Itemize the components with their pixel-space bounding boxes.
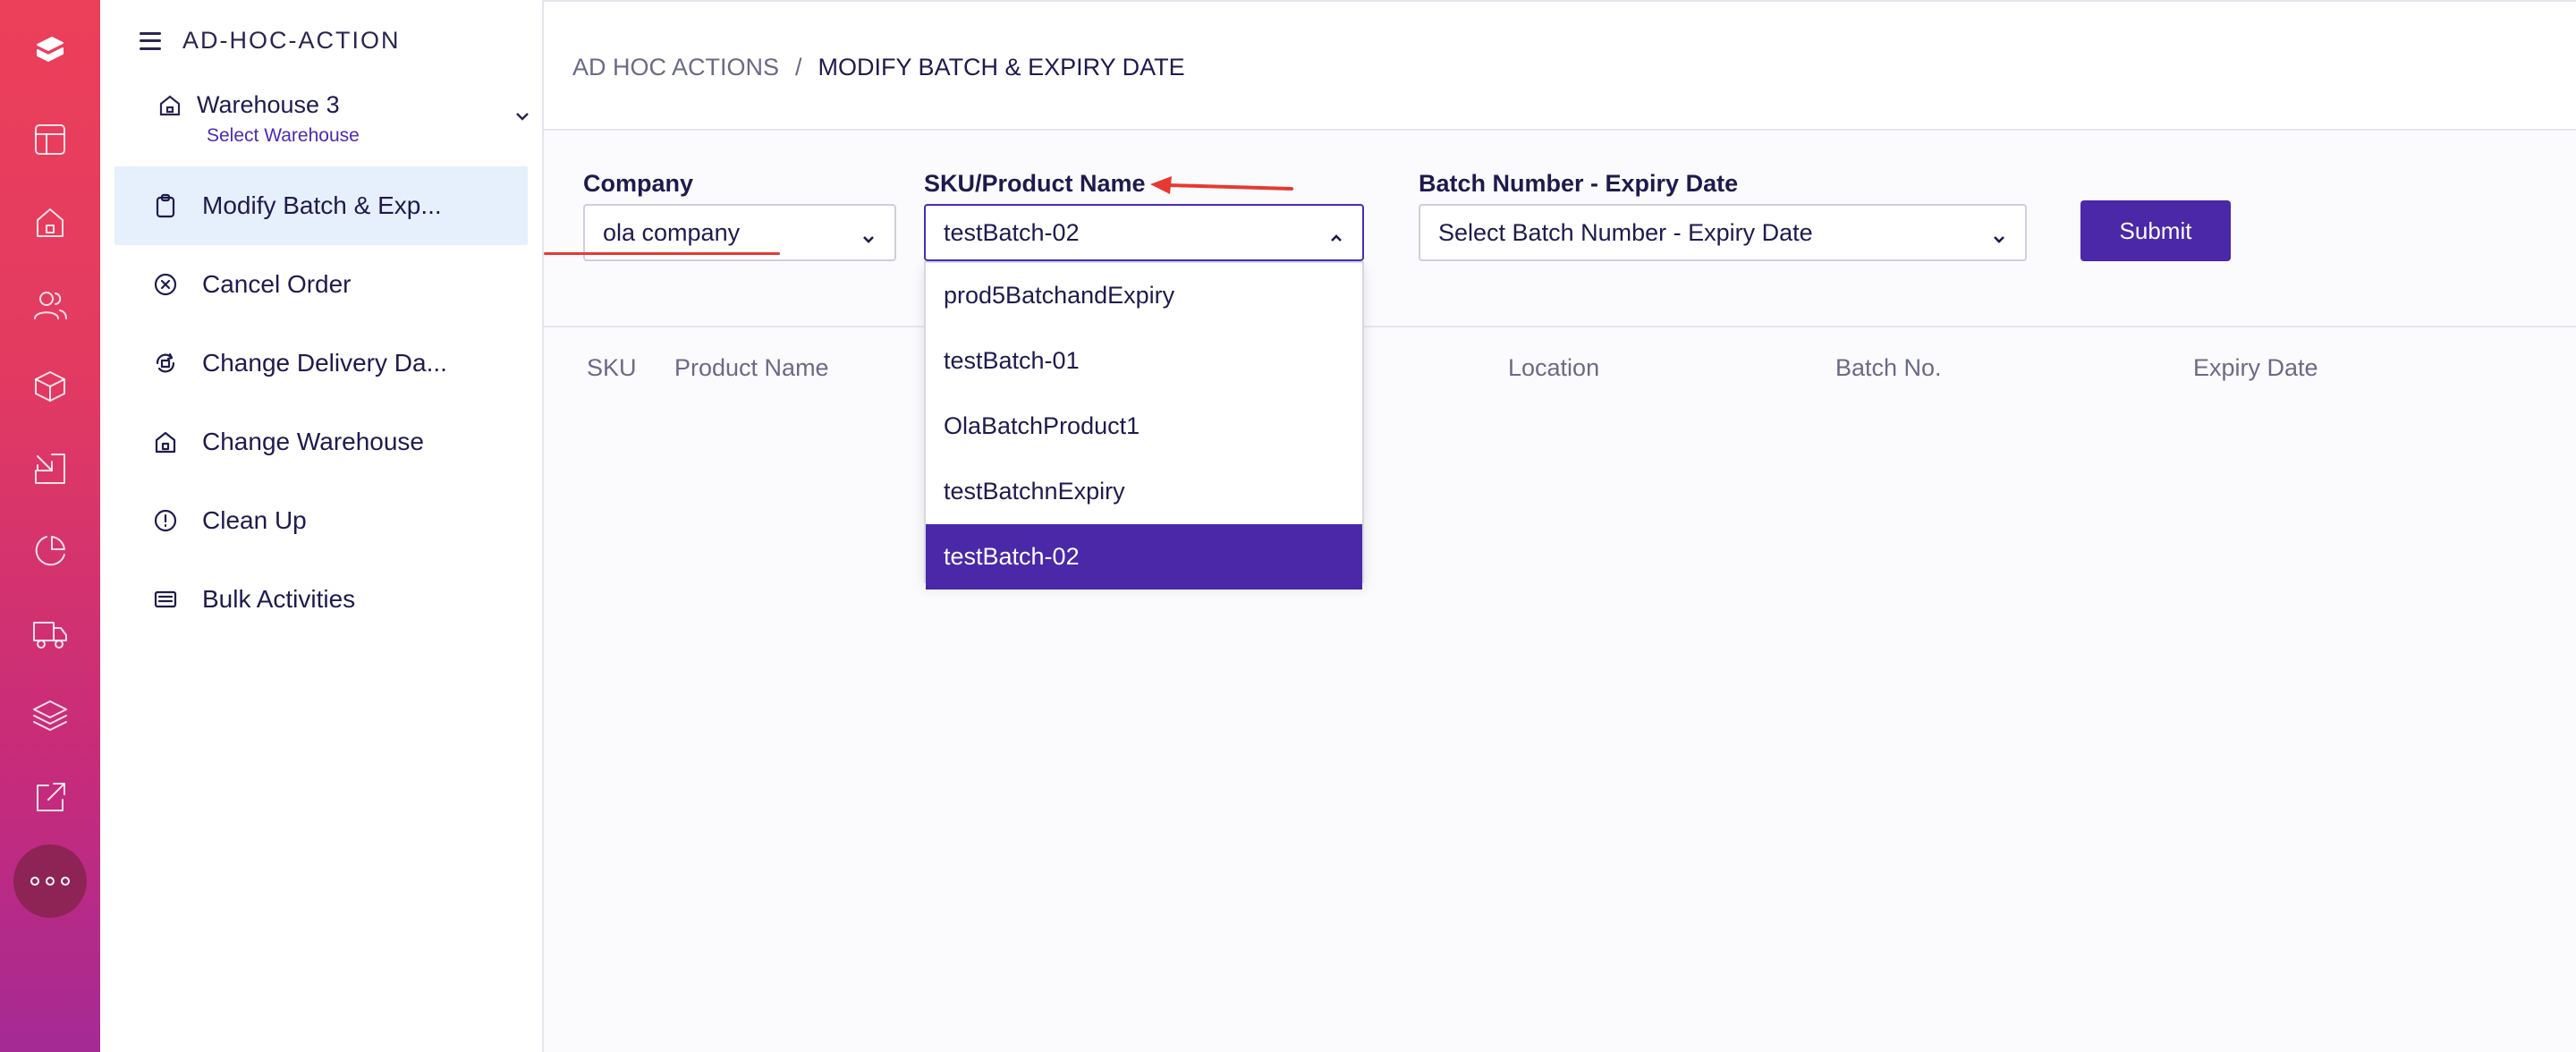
column-header-product-name: Product Name [674,354,829,381]
company-select-value: ola company [603,218,741,246]
column-header-sku: SKU [587,354,637,381]
more-icon[interactable] [13,844,87,918]
sku-select-value: testBatch-02 [944,218,1080,246]
sidebar-nav: Modify Batch & Exp... Cancel Order Chang… [114,166,528,639]
warehouse-select-link[interactable]: Select Warehouse [207,125,360,147]
sku-option-selected[interactable]: testBatch-02 [926,524,1362,590]
chevron-down-icon[interactable] [512,106,533,127]
annotation-arrow-icon [1150,176,1293,194]
annotation-underline [544,252,780,255]
sku-dropdown-list: prod5BatchandExpiry testBatch-01 OlaBatc… [924,261,1364,590]
sidebar-item-label: Cancel Order [202,270,352,298]
sku-option[interactable]: testBatch-01 [926,328,1362,394]
sidebar-item-change-warehouse[interactable]: Change Warehouse [114,403,528,481]
column-header-expiry-date: Expiry Date [2193,354,2318,381]
calendar-sync-icon [152,350,179,377]
chevron-down-icon [1991,225,2007,243]
sidebar-title: AD-HOC-ACTION [182,27,401,54]
sidebar-item-label: Change Delivery Da... [202,349,447,377]
logo-icon[interactable] [25,25,75,75]
sku-option[interactable]: OlaBatchProduct1 [926,394,1362,459]
warehouse-name: Warehouse 3 [197,91,340,118]
chevron-up-icon [1328,225,1344,242]
batch-label: Batch Number - Expiry Date [1419,170,1739,197]
layers-icon[interactable] [25,691,75,741]
inbound-icon[interactable] [25,444,75,494]
sidebar-item-modify-batch[interactable]: Modify Batch & Exp... [114,166,528,245]
alert-circle-icon [152,507,179,534]
sidebar-item-change-delivery[interactable]: Change Delivery Da... [114,324,528,403]
batch-select[interactable]: Select Batch Number - Expiry Date [1419,204,2027,261]
warehouse-selector[interactable]: Warehouse 3 Select Warehouse [157,88,533,150]
warehouse-icon [152,428,179,455]
breadcrumb-current: MODIFY BATCH & EXPIRY DATE [818,54,1185,81]
sku-label: SKU/Product Name [924,170,1146,197]
clipboard-icon [152,192,179,219]
warehouse-icon [157,93,182,118]
page-header: AD HOC ACTIONS / MODIFY BATCH & EXPIRY D… [544,0,2576,131]
sidebar-item-bulk-activities[interactable]: Bulk Activities [114,560,528,639]
users-icon[interactable] [25,279,75,329]
sku-select[interactable]: testBatch-02 [924,204,1364,261]
app-rail [0,0,100,1052]
chevron-down-icon [860,225,877,243]
sidebar-header: AD-HOC-ACTION [140,27,401,55]
submit-button[interactable]: Submit [2080,200,2231,261]
company-label: Company [583,170,694,197]
sidebar-item-clean-up[interactable]: Clean Up [114,481,528,560]
sidebar-item-label: Modify Batch & Exp... [202,191,442,219]
breadcrumb: AD HOC ACTIONS / MODIFY BATCH & EXPIRY D… [572,54,1185,81]
breadcrumb-root[interactable]: AD HOC ACTIONS [572,54,779,81]
list-card-icon [152,586,179,613]
breadcrumb-separator: / [795,54,802,81]
sku-option[interactable]: testBatchnExpiry [926,459,1362,524]
column-header-location: Location [1508,354,1600,381]
box-icon[interactable] [25,361,75,411]
batch-select-placeholder: Select Batch Number - Expiry Date [1438,218,1813,246]
sidebar-item-label: Bulk Activities [202,585,356,613]
home-icon[interactable] [25,197,75,247]
sidebar-item-label: Clean Up [202,506,307,534]
sidebar-item-cancel-order[interactable]: Cancel Order [114,245,528,324]
dashboard-icon[interactable] [25,115,75,165]
menu-icon[interactable] [140,31,161,50]
pie-chart-icon[interactable] [25,526,75,576]
filter-bar: Company ola company SKU/Product Name tes… [544,131,2576,327]
cancel-circle-icon [152,271,179,298]
sidebar-item-label: Change Warehouse [202,428,425,455]
sidebar: AD-HOC-ACTION Warehouse 3 Select Warehou… [100,0,544,1052]
column-header-batch-no: Batch No. [1835,354,1942,381]
main-content: AD HOC ACTIONS / MODIFY BATCH & EXPIRY D… [544,0,2576,1052]
external-link-icon[interactable] [25,773,75,823]
truck-icon[interactable] [25,608,75,658]
table-header: SKU Product Name Location Batch No. Expi… [544,327,2576,408]
sku-option[interactable]: prod5BatchandExpiry [926,263,1362,328]
